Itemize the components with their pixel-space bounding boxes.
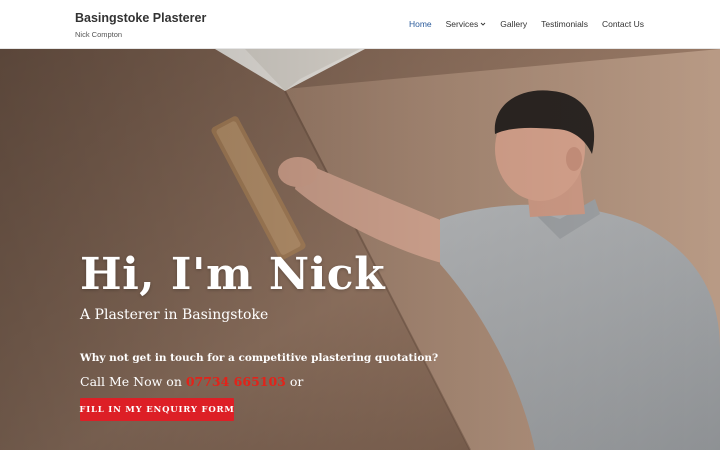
nav-item-testimonials[interactable]: Testimonials xyxy=(541,19,588,29)
nav-item-label: Contact Us xyxy=(601,19,644,29)
nav-item-contact[interactable]: Contact Us xyxy=(602,19,644,29)
nav-item-label: Home xyxy=(408,19,432,29)
nav-item-gallery[interactable]: Gallery xyxy=(500,19,527,29)
call-prefix: Call Me Now on xyxy=(80,374,186,389)
enquiry-form-button[interactable]: FILL IN MY ENQUIRY FORM xyxy=(79,398,234,421)
hero-heading: Hi, I'm Nick xyxy=(80,249,386,300)
hero-call-line: Call Me Now on 07734 665103 or xyxy=(80,374,303,389)
nav-item-label: Testimonials xyxy=(541,19,588,29)
site-title[interactable]: Basingstoke Plasterer xyxy=(75,11,206,25)
site-tagline: Nick Compton xyxy=(75,30,123,39)
nav-item-label: Services xyxy=(445,19,479,29)
hero-subheading: A Plasterer in Basingstoke xyxy=(80,307,269,323)
nav-item-services[interactable]: Services xyxy=(446,19,487,29)
main-nav: Home Services Gallery Testimonials Conta… xyxy=(395,19,644,29)
hero-section: Hi, I'm Nick A Plasterer in Basingstoke … xyxy=(0,49,720,450)
chevron-down-icon[interactable] xyxy=(480,21,486,27)
nav-item-home[interactable]: Home xyxy=(409,19,432,29)
call-suffix: or xyxy=(285,374,304,389)
site-header: Basingstoke Plasterer Nick Compton Home … xyxy=(0,0,720,49)
nav-item-label: Gallery xyxy=(500,19,528,29)
hero-question: Why not get in touch for a competitive p… xyxy=(80,352,439,364)
phone-number-link[interactable]: 07734 665103 xyxy=(186,374,286,389)
